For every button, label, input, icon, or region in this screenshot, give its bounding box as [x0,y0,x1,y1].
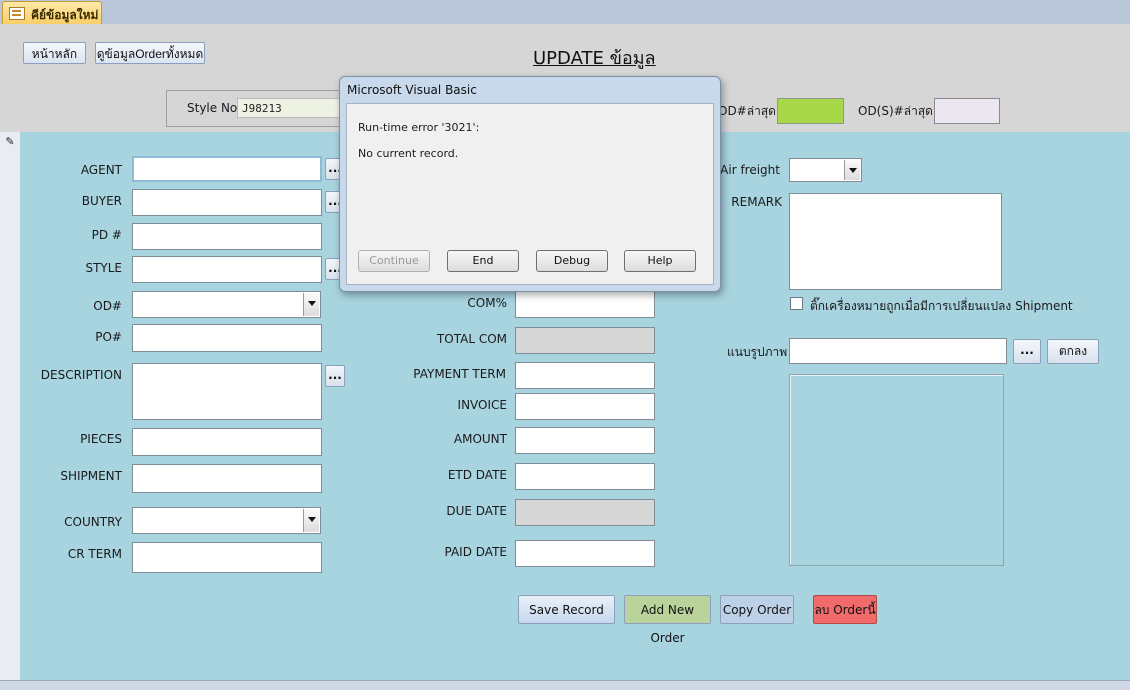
document-tab-strip [0,0,1130,25]
chevron-down-icon[interactable] [303,509,319,532]
cr-term-field[interactable] [132,542,322,573]
od-label: OD# [93,299,122,313]
due-date-label: DUE DATE [446,504,507,518]
com-pct-field[interactable] [515,291,655,318]
air-freight-combo[interactable] [789,158,862,182]
attach-image-browse-button[interactable]: ... [1013,339,1041,364]
style-field[interactable] [132,256,322,283]
payment-term-field[interactable] [515,362,655,389]
remark-field[interactable] [789,193,1002,290]
total-com-field[interactable] [515,327,655,354]
end-button[interactable]: End [447,250,519,272]
help-button[interactable]: Help [624,250,696,272]
cr-term-label: CR TERM [67,547,122,561]
description-label: DESCRIPTION [40,368,122,382]
ods-last-label: OD(S)#ล่าสุด [858,104,933,118]
shipment-field[interactable] [132,464,322,493]
invoice-label: INVOICE [457,398,507,412]
page-title: UPDATE ข้อมูล [533,48,656,69]
debug-button[interactable]: Debug [536,250,608,272]
country-label: COUNTRY [64,515,122,529]
invoice-field[interactable] [515,393,655,420]
due-date-field[interactable] [515,499,655,526]
tab-label: คีย์ข้อมูลใหม่ [31,8,99,22]
continue-button: Continue [358,250,430,272]
dialog-title: Microsoft Visual Basic [347,83,477,97]
style-no-label: Style No. [187,101,241,115]
error-message-text: No current record. [358,147,459,160]
attach-image-label: แนบรูปภาพ [727,345,788,359]
view-all-orders-button[interactable]: ดูข้อมูลOrderทั้งหมด [95,42,205,64]
pd-field[interactable] [132,223,322,250]
tab-data-entry[interactable]: คีย์ข้อมูลใหม่ [2,1,102,24]
error-code-text: Run-time error '3021': [358,121,480,134]
attach-ok-button[interactable]: ตกลง [1047,339,1099,364]
style-no-input[interactable]: J98213 [237,98,347,118]
image-preview-frame [789,374,1004,566]
copy-order-button[interactable]: Copy Order [720,595,794,624]
style-label: STYLE [85,261,122,275]
paid-date-field[interactable] [515,540,655,567]
po-label: PO# [95,330,122,344]
chevron-down-icon[interactable] [303,293,319,316]
po-field[interactable] [132,324,322,352]
payment-term-label: PAYMENT TERM [413,367,506,381]
od-combo[interactable] [132,291,321,318]
amount-field[interactable] [515,427,655,454]
agent-label: AGENT [80,163,122,177]
add-new-order-button[interactable]: Add New Order [624,595,711,645]
form-icon [9,7,25,20]
pieces-label: PIECES [80,432,122,446]
etd-date-label: ETD DATE [447,468,507,482]
chevron-down-icon[interactable] [844,160,860,180]
shipment-change-checkbox-label: ติ๊กเครื่องหมายถูกเมื่อมีการเปลี่ยนแปลง … [810,299,1073,313]
ods-last-field[interactable] [934,98,1000,124]
od-last-field[interactable] [777,98,844,124]
record-selector[interactable] [0,132,21,680]
description-browse-button[interactable]: ... [325,365,345,387]
home-button[interactable]: หน้าหลัก [23,42,86,64]
delete-order-button[interactable]: ลบ Orderนี้ [813,595,877,624]
buyer-field[interactable] [132,189,322,216]
total-com-label: TOTAL COM [436,332,507,346]
shipment-change-checkbox[interactable] [790,297,803,310]
pieces-field[interactable] [132,428,322,456]
description-field[interactable] [132,363,322,420]
com-pct-label: COM% [467,296,507,310]
country-combo[interactable] [132,507,321,534]
attach-image-path-field[interactable] [789,338,1007,364]
od-last-label: OD#ล่าสุด [718,104,776,118]
etd-date-field[interactable] [515,463,655,490]
save-record-button[interactable]: Save Record [518,595,615,624]
amount-label: AMOUNT [453,432,507,446]
shipment-label: SHIPMENT [60,469,122,483]
paid-date-label: PAID DATE [444,545,508,559]
pencil-edit-icon: ✎ [5,135,15,148]
pd-label: PD # [91,228,122,242]
buyer-label: BUYER [81,194,122,208]
agent-field[interactable] [132,156,322,182]
